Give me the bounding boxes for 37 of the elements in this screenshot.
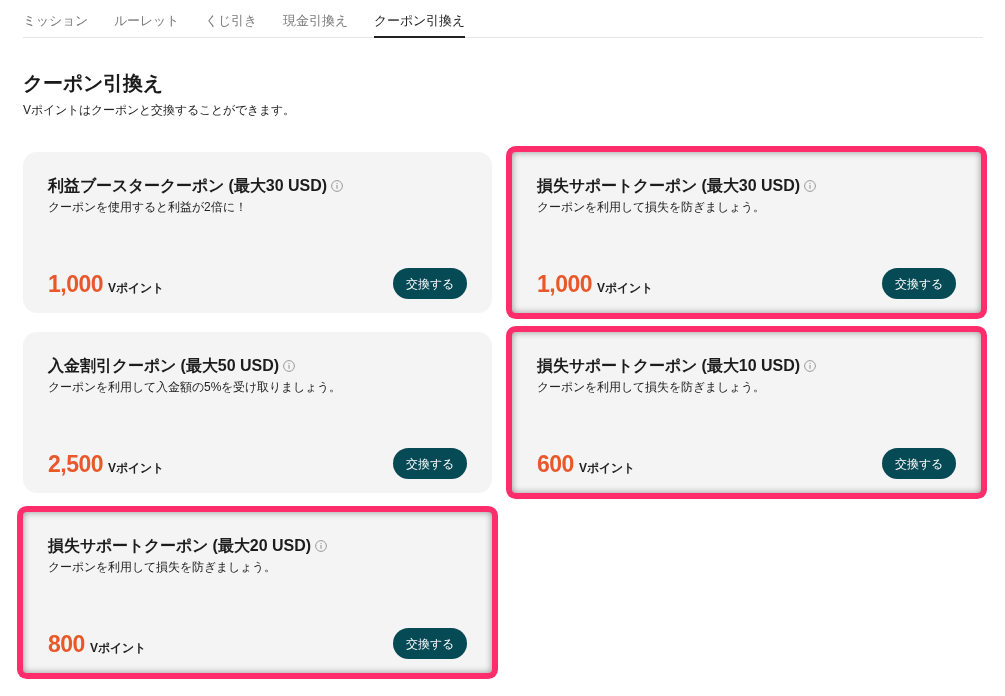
points-unit: Vポイント xyxy=(89,639,146,656)
points-unit: Vポイント xyxy=(597,279,654,296)
nav-tab[interactable]: ルーレット xyxy=(114,12,179,38)
info-icon[interactable] xyxy=(804,180,817,192)
nav-tab[interactable]: くじ引き xyxy=(205,12,257,38)
coupon-description: クーポンを利用して損失を防ぎましょう。 xyxy=(537,379,765,395)
exchange-button[interactable]: 交換する xyxy=(393,628,467,659)
info-icon[interactable] xyxy=(804,360,817,372)
exchange-button[interactable]: 交換する xyxy=(393,268,467,299)
points-amount: 2,500 xyxy=(48,450,104,477)
points-amount: 1,000 xyxy=(48,270,104,297)
points-unit: Vポイント xyxy=(578,459,635,476)
nav-tab[interactable]: 現金引換え xyxy=(283,12,348,38)
exchange-button[interactable]: 交換する xyxy=(882,268,956,299)
coupon-title: 損失サポートクーポン (最大30 USD) xyxy=(537,176,801,196)
coupon-title: 入金割引クーポン (最大50 USD) xyxy=(48,356,280,376)
points-amount: 1,000 xyxy=(537,270,593,297)
nav-tab[interactable]: ミッション xyxy=(23,12,88,38)
info-icon[interactable] xyxy=(315,540,328,552)
info-icon[interactable] xyxy=(331,180,344,192)
info-icon[interactable] xyxy=(283,360,296,372)
nav-tab[interactable]: クーポン引換え xyxy=(374,12,465,38)
coupon-description: クーポンを利用して入金額の5%を受け取りましょう。 xyxy=(48,379,342,395)
page-title: クーポン引換え xyxy=(23,71,163,96)
coupon-title: 損失サポートクーポン (最大20 USD) xyxy=(48,536,312,556)
points-unit: Vポイント xyxy=(108,459,165,476)
coupon-description: クーポンを使用すると利益が2倍に！ xyxy=(48,199,247,215)
points-amount: 600 xyxy=(537,450,574,477)
coupon-title: 損失サポートクーポン (最大10 USD) xyxy=(537,356,801,376)
coupon-description: クーポンを利用して損失を防ぎましょう。 xyxy=(537,199,765,215)
exchange-button[interactable]: 交換する xyxy=(882,448,956,479)
coupon-description: クーポンを利用して損失を防ぎましょう。 xyxy=(48,559,276,575)
page-subtitle: Vポイントはクーポンと交換することができます。 xyxy=(23,102,295,118)
coupon-title: 利益ブースタークーポン (最大30 USD) xyxy=(48,176,328,196)
points-unit: Vポイント xyxy=(108,279,165,296)
exchange-button[interactable]: 交換する xyxy=(393,448,467,479)
points-amount: 800 xyxy=(48,630,85,657)
